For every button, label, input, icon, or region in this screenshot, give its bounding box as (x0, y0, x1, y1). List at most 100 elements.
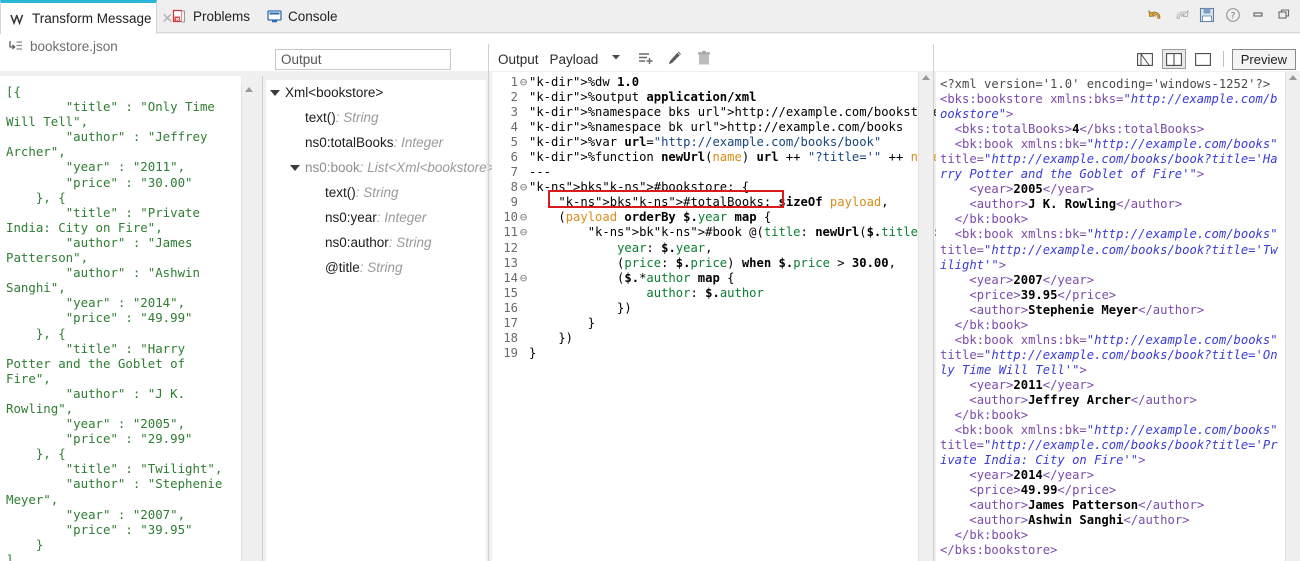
panel-divider-1 (262, 76, 263, 561)
code-editor-toolbar: Output Payload (498, 47, 714, 71)
line-number: 1 (510, 75, 518, 89)
line-number: 3 (510, 105, 518, 120)
tree-node-type: : List<Xml<bookstore>> (359, 160, 503, 175)
line-number: 17 (503, 315, 518, 330)
fold-toggle-icon[interactable]: ⊖ (518, 180, 529, 195)
fold-toggle-icon[interactable]: ⊖ (518, 271, 529, 286)
tree-node[interactable]: @title : String (266, 255, 486, 280)
tree-node[interactable]: ns0:author : String (266, 230, 486, 255)
tree-node-type: : String (359, 260, 403, 275)
line-number: 4 (510, 120, 518, 135)
line-number: 14 (503, 270, 518, 285)
line-number: 16 (503, 300, 518, 315)
line-number: 12 (503, 240, 518, 255)
tree-node-label: @title (325, 260, 360, 275)
add-list-icon[interactable] (638, 50, 656, 68)
line-number: 13 (503, 255, 518, 270)
console-icon (267, 9, 282, 24)
undo-icon[interactable] (1147, 7, 1164, 24)
tree-node-label: ns0:book (305, 160, 360, 175)
fold-toggle-icon[interactable]: ⊖ (518, 75, 529, 90)
tab-label: Console (288, 9, 338, 24)
tree-expand-icon[interactable] (270, 89, 280, 96)
output-tree-panel: Xml<bookstore> text() : String ns0:totalBo… (266, 80, 502, 561)
toolbar-payload-label[interactable]: Payload (550, 52, 599, 67)
tree-node-label: Xml<bookstore> (285, 85, 384, 100)
trash-icon[interactable] (696, 50, 714, 68)
save-icon[interactable] (1199, 7, 1216, 24)
line-number: 6 (510, 150, 518, 165)
tree-node[interactable]: text() : String (266, 180, 486, 205)
minimize-icon[interactable] (1251, 7, 1268, 24)
preview-button[interactable]: Preview (1231, 48, 1296, 70)
layout-single-icon[interactable] (1133, 49, 1157, 69)
transform-message-editor: Transform Message ✕ Problems Console ? b… (0, 0, 1300, 561)
fold-toggle-icon[interactable]: ⊖ (518, 210, 529, 225)
layout-toolbar: Preview (1133, 47, 1296, 71)
tab-problems[interactable]: Problems (163, 0, 259, 33)
tree-node-type: : String (335, 110, 379, 125)
tab-label: Problems (193, 9, 251, 24)
tree-node-type: : Integer (393, 135, 444, 150)
tree-node-type: : String (355, 185, 399, 200)
panel-divider-2 (488, 44, 489, 561)
tab-transform-message[interactable]: Transform Message ✕ (0, 0, 173, 34)
layout-split-icon[interactable] (1161, 49, 1186, 69)
editor-tab-bar: Transform Message ✕ Problems Console ? (0, 0, 1300, 34)
window-controls: ? (1147, 0, 1294, 30)
tree-node-label: text() (305, 110, 336, 125)
line-number: 15 (503, 285, 518, 300)
panel-divider-3 (933, 44, 934, 561)
line-number: 10 (503, 210, 518, 225)
tab-label: Transform Message (32, 11, 152, 26)
line-number: 5 (510, 135, 518, 150)
chevron-down-icon[interactable] (609, 50, 627, 68)
tree-node[interactable]: ns0:totalBooks : Integer (266, 130, 486, 155)
redo-icon[interactable] (1173, 7, 1190, 24)
toolbar-divider (1222, 51, 1224, 67)
line-number: 2 (510, 90, 518, 105)
restore-icon[interactable] (1277, 7, 1294, 24)
line-number: 11 (503, 225, 518, 240)
scroll-up-icon[interactable] (245, 87, 253, 92)
input-payload-icon (8, 39, 23, 54)
line-number: 19 (503, 345, 518, 360)
tree-node[interactable]: Xml<bookstore> (266, 80, 486, 105)
input-scrollbar[interactable] (241, 84, 256, 561)
help-icon[interactable]: ? (1225, 7, 1242, 24)
tree-node-label: ns0:author (325, 235, 389, 250)
tree-node-type: : String (388, 235, 432, 250)
layout-wide-icon[interactable] (1191, 49, 1215, 69)
tree-node-label: text() (325, 185, 356, 200)
tree-node[interactable]: ns0:book : List<Xml<bookstore>> (266, 155, 502, 180)
problems-icon (172, 9, 187, 24)
line-number: 9 (510, 195, 518, 210)
line-number: 18 (503, 330, 518, 345)
line-number: 7 (510, 165, 518, 180)
dataweave-code-editor[interactable]: 1 ⊖ "k-dir">%dw 1.0 2 "k-dir">%output appli… (492, 72, 991, 561)
tree-node[interactable]: ns0:year : Integer (266, 205, 486, 230)
tree-node-label: ns0:totalBooks (305, 135, 394, 150)
scroll-up-icon[interactable] (1289, 75, 1297, 80)
tree-expand-icon[interactable] (290, 164, 300, 171)
tab-console[interactable]: Console (258, 0, 347, 33)
tree-node-label: ns0:year (325, 210, 377, 225)
tree-node[interactable]: text() : String (266, 105, 486, 130)
input-file-name: bookstore.json (30, 39, 118, 54)
svg-text:?: ? (1231, 11, 1236, 21)
pencil-icon[interactable] (667, 50, 685, 68)
code-scrollbar[interactable] (918, 72, 933, 561)
xml-scrollbar[interactable] (1285, 72, 1300, 561)
scroll-up-icon[interactable] (922, 75, 930, 80)
input-payload-panel: [{ "title" : "Only Time Will Tell", "aut… (0, 76, 241, 561)
fold-toggle-icon[interactable]: ⊖ (518, 225, 529, 240)
tree-search-input[interactable]: Output (275, 49, 451, 70)
xml-output-text: <?xml version='1.0' encoding='windows-12… (940, 77, 1278, 558)
toolbar-output-label[interactable]: Output (498, 52, 539, 67)
